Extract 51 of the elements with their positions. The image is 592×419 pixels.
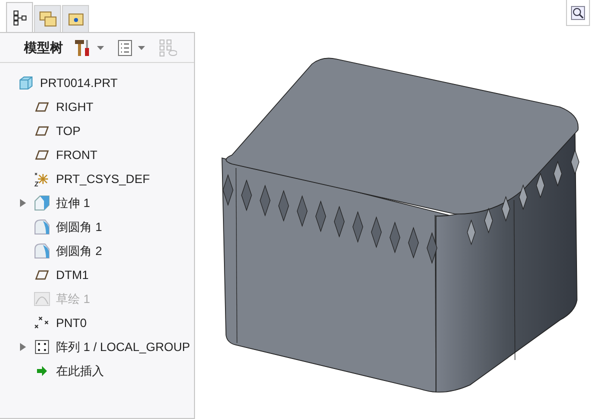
cube-icon (19, 76, 33, 90)
tree-item[interactable]: RIGHT (0, 95, 194, 119)
zoom-button[interactable] (566, 0, 590, 26)
panel-title: 模型树 (24, 38, 63, 57)
extrude-icon (34, 195, 50, 211)
arrow-icon (36, 365, 48, 377)
tree-item-label: PNT0 (56, 315, 87, 332)
plane-icon (35, 150, 49, 160)
tree-item-label: PRT_CSYS_DEF (56, 171, 150, 188)
points-icon (34, 316, 50, 330)
tree-item[interactable]: 在此插入 (0, 359, 194, 383)
tree-item[interactable]: PRT0014.PRT (0, 71, 194, 95)
tree-item-label: 草绘 1 (56, 291, 90, 308)
tree-item-label: 阵列 1 / LOCAL_GROUP (56, 339, 190, 356)
tree-icon (12, 10, 26, 26)
folder-icon (68, 12, 84, 26)
round-icon (34, 243, 50, 259)
tree-item-label: 倒圆角 2 (56, 243, 102, 260)
plane-icon (35, 126, 49, 136)
collapsed-triangle-icon[interactable] (20, 343, 26, 351)
list-icon[interactable] (118, 40, 132, 56)
panel-tab[interactable] (6, 2, 33, 32)
tree-item[interactable]: FRONT (0, 143, 194, 167)
tree-item-label: FRONT (56, 147, 98, 164)
tree-item-label: TOP (56, 123, 80, 140)
tree-item[interactable]: PNT0 (0, 311, 194, 335)
tree-item[interactable]: 拉伸 1 (0, 191, 194, 215)
search-icon (571, 6, 585, 20)
tree-item[interactable]: PRT_CSYS_DEF (0, 167, 194, 191)
coordinate-system-icon (34, 171, 50, 187)
tree-item-label: RIGHT (56, 99, 94, 116)
tree-item-label: 拉伸 1 (56, 195, 90, 212)
tree-item[interactable]: 倒圆角 2 (0, 239, 194, 263)
plane-icon (35, 102, 49, 112)
collapsed-triangle-icon[interactable] (20, 199, 26, 207)
pattern-icon (35, 340, 49, 354)
tree-item-label: 在此插入 (56, 363, 104, 380)
tree-item[interactable]: TOP (0, 119, 194, 143)
tree-item-label: PRT0014.PRT (40, 75, 118, 92)
tree-item[interactable]: 倒圆角 1 (0, 215, 194, 239)
caret-icon[interactable] (138, 46, 145, 50)
plane-icon (35, 270, 49, 280)
tree-item-label: 倒圆角 1 (56, 219, 102, 236)
tree-item-label: DTM1 (56, 267, 89, 284)
folders-icon (38, 11, 56, 27)
tools-icon[interactable] (75, 38, 91, 56)
tree-item[interactable]: 阵列 1 / LOCAL_GROUP (0, 335, 194, 359)
tree-item[interactable]: DTM1 (0, 263, 194, 287)
round-icon (34, 219, 50, 235)
sketch-icon (34, 292, 50, 306)
caret-icon[interactable] (97, 46, 104, 50)
